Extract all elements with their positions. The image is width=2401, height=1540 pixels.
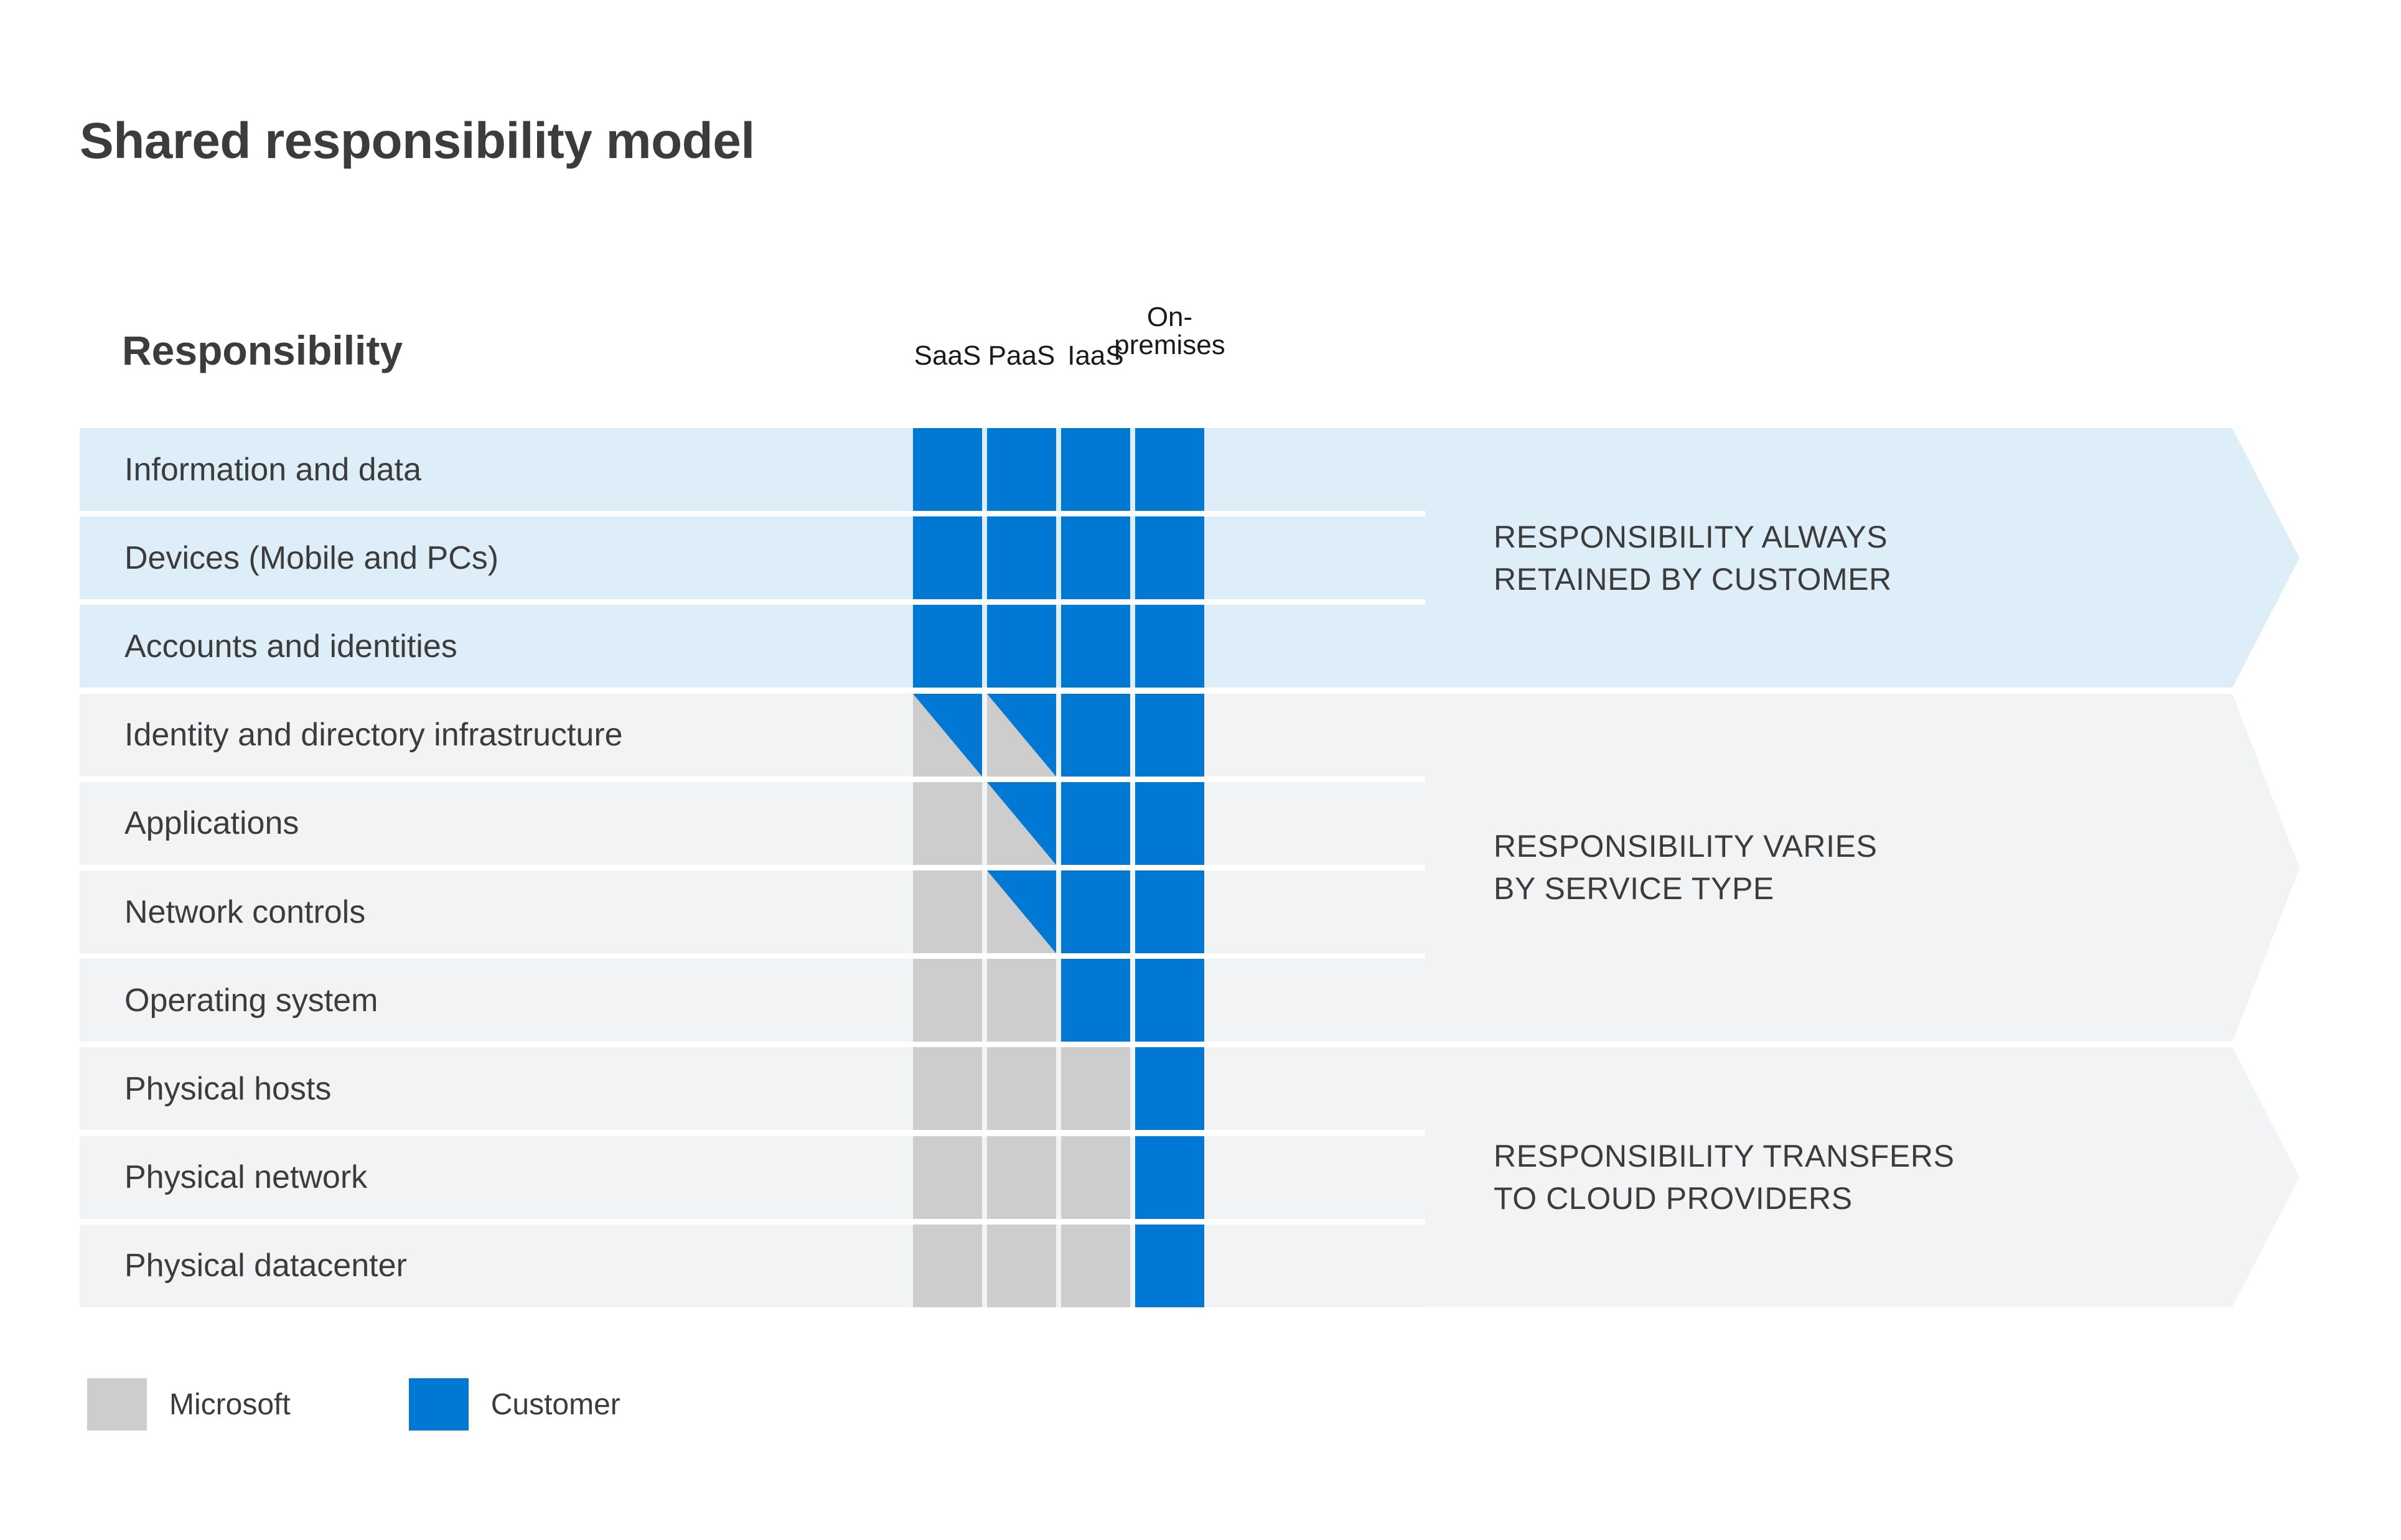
matrix-cell-customer (1135, 605, 1204, 688)
row-label: Accounts and identities (124, 628, 457, 665)
matrix-cell-microsoft (987, 1047, 1056, 1131)
matrix-cell-customer (1135, 782, 1204, 865)
matrix-cell-split (987, 782, 1056, 865)
matrix-cell-split (913, 693, 982, 777)
matrix-cell-customer (1061, 605, 1130, 688)
matrix-cell-microsoft (1061, 1224, 1130, 1307)
matrix-cell-customer (1135, 1136, 1204, 1219)
matrix-cell-microsoft (987, 1136, 1056, 1219)
table-row: Physical datacenter (80, 1224, 1428, 1307)
legend: Microsoft Customer (87, 1378, 620, 1430)
matrix-cell-customer (913, 516, 982, 600)
matrix-cell-microsoft (913, 782, 982, 865)
row-label: Network controls (124, 894, 366, 930)
matrix-cell-microsoft (913, 1136, 982, 1219)
table-row: Identity and directory infrastructure (80, 693, 1428, 777)
legend-label: Microsoft (169, 1388, 291, 1421)
matrix-cell-customer (1135, 428, 1204, 511)
matrix-cell-customer (1061, 516, 1130, 600)
table-row: Network controls (80, 870, 1428, 953)
matrix-cell-customer (913, 605, 982, 688)
matrix-cell-customer (1135, 870, 1204, 953)
table-row: Physical hosts (80, 1047, 1428, 1131)
callout-band-1: RESPONSIBILITY ALWAYS RETAINED BY CUSTOM… (1425, 428, 2300, 688)
legend-swatch-microsoft (87, 1378, 147, 1430)
callout-band-3-label: RESPONSIBILITY TRANSFERS TO CLOUD PROVID… (1494, 1139, 1955, 1216)
matrix-cell-microsoft (987, 1224, 1056, 1307)
matrix-cell-microsoft (913, 959, 982, 1042)
table-row: Physical network (80, 1136, 1428, 1219)
table-row: Devices (Mobile and PCs) (80, 516, 1428, 600)
matrix-cell-customer (1135, 959, 1204, 1042)
matrix-cell-customer (1061, 870, 1130, 953)
matrix-cell-microsoft (1061, 1136, 1130, 1219)
table-row: Accounts and identities (80, 605, 1428, 688)
responsibility-column-heading: Responsibility (122, 327, 403, 373)
column-header-onpremises: On- premises (1114, 302, 1225, 360)
callout-band-1-label: RESPONSIBILITY ALWAYS RETAINED BY CUSTOM… (1494, 519, 1892, 597)
matrix-cell-customer (987, 516, 1056, 600)
legend-label: Customer (490, 1388, 620, 1421)
row-label: Physical datacenter (124, 1248, 407, 1284)
matrix-cell-microsoft (913, 870, 982, 953)
matrix-cell-customer (1061, 693, 1130, 777)
matrix-cell-microsoft (913, 1047, 982, 1131)
legend-item-microsoft: Microsoft (87, 1378, 291, 1430)
matrix-cell-microsoft (1061, 1047, 1130, 1131)
matrix-cell-customer (1061, 428, 1130, 511)
matrix-cell-customer (987, 428, 1056, 511)
matrix-cell-customer (913, 428, 982, 511)
matrix-cell-microsoft (913, 1224, 982, 1307)
matrix-cell-split (987, 693, 1056, 777)
row-label: Physical network (124, 1159, 368, 1196)
matrix-cell-customer (987, 605, 1056, 688)
matrix-cell-microsoft (987, 959, 1056, 1042)
callout-band-2: RESPONSIBILITY VARIES BY SERVICE TYPE (1425, 693, 2300, 1042)
row-label: Identity and directory infrastructure (124, 717, 623, 754)
matrix-cell-customer (1061, 782, 1130, 865)
matrix-cell-split (987, 870, 1056, 953)
matrix-cell-customer (1061, 959, 1130, 1042)
matrix-cell-customer (1135, 1224, 1204, 1307)
row-label: Applications (124, 805, 299, 842)
matrix-cell-customer (1135, 1047, 1204, 1131)
table-row: Operating system (80, 959, 1428, 1042)
callout-band-2-label: RESPONSIBILITY VARIES BY SERVICE TYPE (1494, 829, 1878, 907)
matrix-cell-customer (1135, 516, 1204, 600)
callout-band-3: RESPONSIBILITY TRANSFERS TO CLOUD PROVID… (1425, 1047, 2300, 1307)
table-row: Applications (80, 782, 1428, 865)
legend-item-customer: Customer (408, 1378, 620, 1430)
matrix-cell-customer (1135, 693, 1204, 777)
legend-swatch-customer (408, 1378, 469, 1430)
row-label: Information and data (124, 451, 421, 488)
table-row: Information and data (80, 428, 1428, 511)
row-label: Operating system (124, 982, 378, 1019)
row-label: Physical hosts (124, 1070, 332, 1107)
row-label: Devices (Mobile and PCs) (124, 539, 499, 576)
page-title: Shared responsibility model (80, 113, 755, 169)
